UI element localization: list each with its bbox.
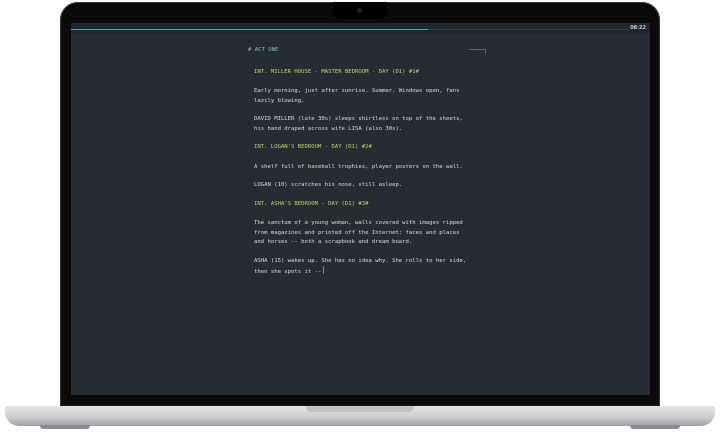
act-heading: # ACT ONE — [248, 47, 279, 53]
action-paragraph: A shelf full of baseball trophies, playe… — [254, 163, 463, 170]
action-paragraph-current: ASHA (15) wakes up. She has no idea why.… — [254, 257, 507, 278]
trackpad-notch — [306, 406, 414, 412]
scene-block: INT. MILLER HOUSE - MASTER BEDROOM - DAY… — [254, 68, 507, 135]
scene-heading: INT. MILLER HOUSE - MASTER BEDROOM - DAY… — [254, 68, 420, 75]
scene-block: INT. LOGAN'S BEDROOM - DAY (D1) #2# A sh… — [254, 143, 507, 191]
editor-window: 08:22 # ACT ONE INT. MILLER HOUSE - MAST… — [71, 23, 650, 395]
laptop-foot-left — [40, 425, 90, 429]
laptop-foot-right — [630, 425, 680, 429]
top-status-bar: 08:22 — [71, 23, 650, 33]
action-paragraph: DAVID MILLER (late 30s) sleeps shirtless… — [254, 116, 463, 132]
text-cursor — [323, 266, 325, 274]
camera-icon — [357, 8, 362, 13]
clock: 08:22 — [630, 25, 646, 31]
scene-block: INT. ASHA'S BEDROOM - DAY (D1) #3# The s… — [254, 200, 507, 278]
screenplay-document[interactable]: # ACT ONE INT. MILLER HOUSE - MASTER BED… — [247, 46, 507, 287]
action-paragraph: LOGAN (10) scratches his nose, still asl… — [254, 182, 403, 188]
action-paragraph: Early morning, just after sunrise. Summe… — [254, 88, 460, 104]
action-paragraph-text: ASHA (15) wakes up. She has no idea why.… — [254, 257, 467, 276]
progress-track — [71, 29, 629, 30]
scene-heading: INT. ASHA'S BEDROOM - DAY (D1) #3# — [254, 200, 369, 207]
progress-bar — [71, 29, 429, 30]
scene-heading: INT. LOGAN'S BEDROOM - DAY (D1) #2# — [254, 144, 372, 150]
action-paragraph: The sanctum of a young woman, walls cove… — [254, 220, 463, 245]
